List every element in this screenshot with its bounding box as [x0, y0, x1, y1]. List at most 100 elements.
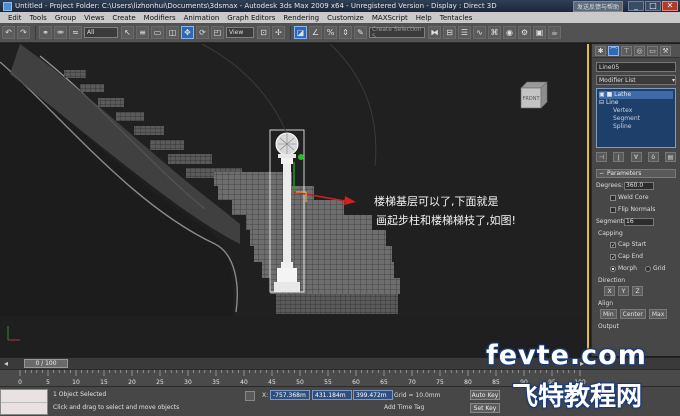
align-min-button[interactable]: Min [600, 309, 617, 319]
angle-snap-icon[interactable]: ∠ [309, 26, 322, 39]
menu-maxscript[interactable]: MAXScript [368, 14, 412, 22]
perspective-viewport[interactable]: FRONT 楼梯基层可以了,下面就是 画起步柱和楼梯梯枝了,如图! [0, 44, 589, 356]
close-button[interactable]: ✕ [662, 1, 678, 11]
layer-icon[interactable]: ☰ [458, 26, 471, 39]
object-name-field[interactable]: Line05 [596, 62, 676, 72]
lock-selection-icon[interactable] [245, 391, 255, 401]
stack-item-spline[interactable]: Spline [599, 123, 673, 131]
menu-animation[interactable]: Animation [180, 14, 224, 22]
rect-region-icon[interactable]: ▭ [151, 26, 164, 39]
menu-rendering[interactable]: Rendering [279, 14, 323, 22]
menu-views[interactable]: Views [80, 14, 108, 22]
move-icon[interactable]: ✥ [181, 26, 194, 39]
reference-coordinate-dropdown[interactable]: View [226, 27, 254, 38]
material-editor-icon[interactable]: ◉ [503, 26, 516, 39]
parameters-rollout-header[interactable]: − Parameters [596, 169, 676, 178]
spinner-snap-icon[interactable]: ⇕ [339, 26, 352, 39]
stack-item-vertex[interactable]: Vertex [599, 107, 673, 115]
track-tick-label: 5 [46, 379, 50, 386]
hierarchy-tab-icon[interactable]: ⊤ [621, 45, 632, 56]
create-tab-icon[interactable]: ✱ [595, 45, 606, 56]
link-icon[interactable]: ⚭ [39, 26, 52, 39]
modify-tab-icon[interactable]: ⌒ [608, 45, 619, 56]
weld-core-checkbox[interactable] [610, 194, 616, 201]
add-time-tag[interactable]: Add Time Tag [384, 404, 424, 411]
maximize-button[interactable]: □ [645, 1, 661, 11]
stack-item-line[interactable]: ⊟ Line [599, 99, 673, 107]
auto-key-button[interactable]: Auto Key [470, 390, 500, 400]
menu-tentacles[interactable]: Tentacles [436, 14, 477, 22]
stack-item-segment[interactable]: Segment [599, 115, 673, 123]
menu-customize[interactable]: Customize [323, 14, 368, 22]
align-icon[interactable]: ⊟ [443, 26, 456, 39]
window-crossing-icon[interactable]: ◫ [166, 26, 179, 39]
menu-help[interactable]: Help [412, 14, 436, 22]
show-end-result-icon[interactable]: ǀ [613, 152, 625, 162]
time-slider[interactable]: ◂ 0 / 100 ▸ [0, 357, 680, 369]
rotate-icon[interactable]: ⟳ [196, 26, 209, 39]
x-coordinate-field[interactable]: -757.368m [270, 390, 310, 400]
remove-modifier-icon[interactable]: ö [647, 152, 659, 162]
align-center-button[interactable]: Center [619, 309, 646, 319]
cap-end-checkbox[interactable] [610, 253, 616, 260]
set-key-button[interactable]: Set Key [470, 403, 500, 413]
configure-modifier-sets-icon[interactable]: ▤ [665, 152, 676, 162]
menu-edit[interactable]: Edit [4, 14, 26, 22]
edit-named-selection-icon[interactable]: ✎ [354, 26, 367, 39]
segments-spinner[interactable]: 16 [624, 217, 654, 226]
time-slider-thumb[interactable]: 0 / 100 [24, 359, 68, 368]
select-icon[interactable]: ↖ [121, 26, 134, 39]
schematic-icon[interactable]: ⌘ [488, 26, 501, 39]
selection-filter-dropdown[interactable]: All [84, 27, 118, 38]
degrees-spinner[interactable]: 360.0 [624, 181, 654, 190]
curve-editor-icon[interactable]: ∿ [473, 26, 486, 39]
motion-tab-icon[interactable]: ◎ [634, 45, 645, 56]
make-unique-icon[interactable]: ∀ [630, 152, 642, 162]
percent-snap-icon[interactable]: % [324, 26, 337, 39]
track-bar[interactable]: 0 5 10 15 20 25 30 35 40 45 50 55 60 65 70 75 80 85 90 95 10… [0, 369, 680, 386]
select-by-name-icon[interactable]: ≡ [136, 26, 149, 39]
feedback-help-badge[interactable]: 发送反馈与帮助 [572, 0, 623, 12]
minimize-button[interactable]: _ [628, 1, 644, 11]
next-frame-icon[interactable]: ▸ [580, 359, 584, 368]
y-coordinate-field[interactable]: 431.184m [312, 390, 352, 400]
direction-y-button[interactable]: Y [618, 286, 629, 296]
menu-modifiers[interactable]: Modifiers [140, 14, 180, 22]
direction-x-button[interactable]: X [604, 286, 615, 296]
manipulate-icon[interactable]: ✢ [272, 26, 285, 39]
redo-icon[interactable]: ↷ [17, 26, 30, 39]
pivot-icon[interactable]: ⊡ [257, 26, 270, 39]
scale-icon[interactable]: ◰ [211, 26, 224, 39]
menu-graph-editors[interactable]: Graph Editors [223, 14, 279, 22]
viewcube[interactable]: FRONT [519, 80, 549, 110]
cap-start-checkbox[interactable] [610, 241, 616, 248]
stack-item-lathe[interactable]: ▣ ■ Lathe [599, 91, 673, 99]
grid-radio[interactable] [644, 265, 651, 272]
track-tick-label: 35 [212, 379, 220, 386]
utilities-tab-icon[interactable]: ⚒ [660, 45, 671, 56]
menu-group[interactable]: Group [51, 14, 80, 22]
quick-render-icon[interactable]: ☕ [548, 26, 561, 39]
maxscript-listener[interactable] [0, 389, 48, 415]
direction-z-button[interactable]: Z [632, 286, 643, 296]
snap-icon[interactable]: ◪ [294, 26, 307, 39]
modifier-list-dropdown[interactable]: Modifier List ▾ [596, 75, 676, 85]
named-selection-dropdown[interactable]: Create Selection S [369, 26, 425, 40]
render-frame-icon[interactable]: ▣ [533, 26, 546, 39]
z-coordinate-field[interactable]: 399.472m [353, 390, 393, 400]
mirror-icon[interactable]: ⧓ [428, 26, 441, 39]
menu-tools[interactable]: Tools [26, 14, 51, 22]
morph-radio[interactable] [610, 265, 616, 272]
undo-icon[interactable]: ↶ [2, 26, 15, 39]
track-tick-label: 65 [380, 379, 388, 386]
flip-normals-checkbox[interactable] [610, 206, 616, 213]
render-setup-icon[interactable]: ⚙ [518, 26, 531, 39]
bind-icon[interactable]: ≈ [69, 26, 82, 39]
menu-create[interactable]: Create [108, 14, 139, 22]
unlink-icon[interactable]: ⚮ [54, 26, 67, 39]
prev-frame-icon[interactable]: ◂ [4, 359, 8, 368]
pin-stack-icon[interactable]: ⊣ [596, 152, 607, 162]
app-icon[interactable] [3, 1, 12, 11]
align-max-button[interactable]: Max [648, 309, 668, 319]
display-tab-icon[interactable]: ▭ [647, 45, 658, 56]
